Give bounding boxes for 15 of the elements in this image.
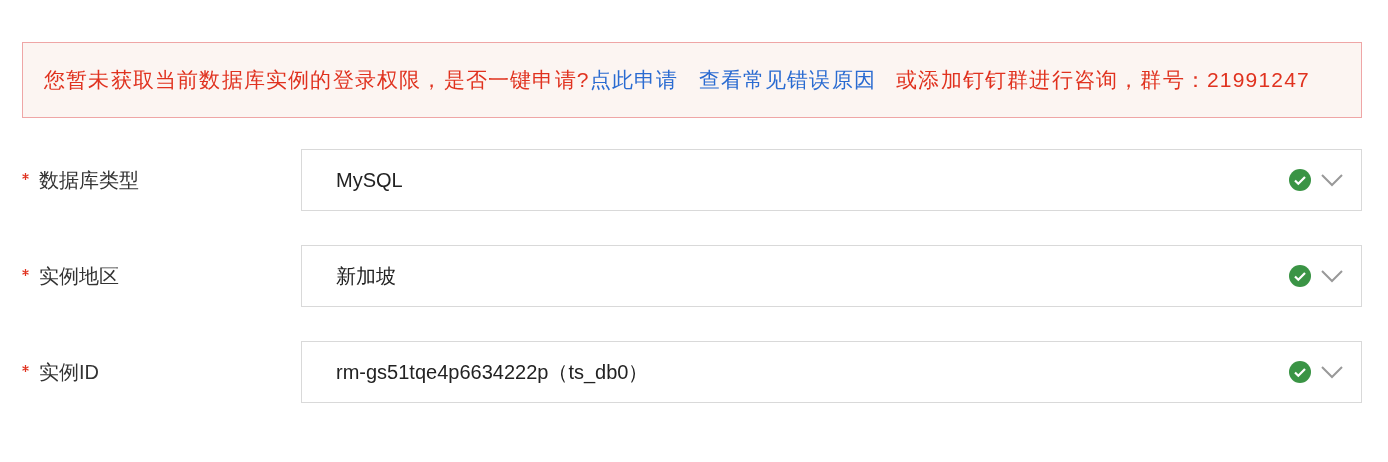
- select-field[interactable]: rm-gs51tqe4p6634222p（ts_db0）: [301, 341, 1362, 403]
- select-value: rm-gs51tqe4p6634222p（ts_db0）: [336, 360, 650, 386]
- alert-message: 您暂未获取当前数据库实例的登录权限，是否一键申请?点此申请 查看常见错误原因 或添加钉钉群进行咨询，群号：21991247: [44, 67, 1311, 93]
- alert-link[interactable]: 查看常见错误原因: [698, 68, 877, 91]
- select-value: 新加坡: [336, 264, 397, 289]
- field-label: 实例ID: [39, 360, 99, 385]
- alert-link[interactable]: 点此申请: [589, 68, 679, 91]
- field-label: 数据库类型: [39, 168, 139, 193]
- select-field[interactable]: MySQL: [301, 149, 1362, 211]
- field-label: 实例地区: [39, 264, 119, 289]
- chevron-down-icon: [1321, 173, 1343, 187]
- chevron-down-icon: [1321, 365, 1343, 379]
- select-value: MySQL: [336, 168, 404, 193]
- chevron-down-icon: [1321, 269, 1343, 283]
- select-field[interactable]: 新加坡: [301, 245, 1362, 307]
